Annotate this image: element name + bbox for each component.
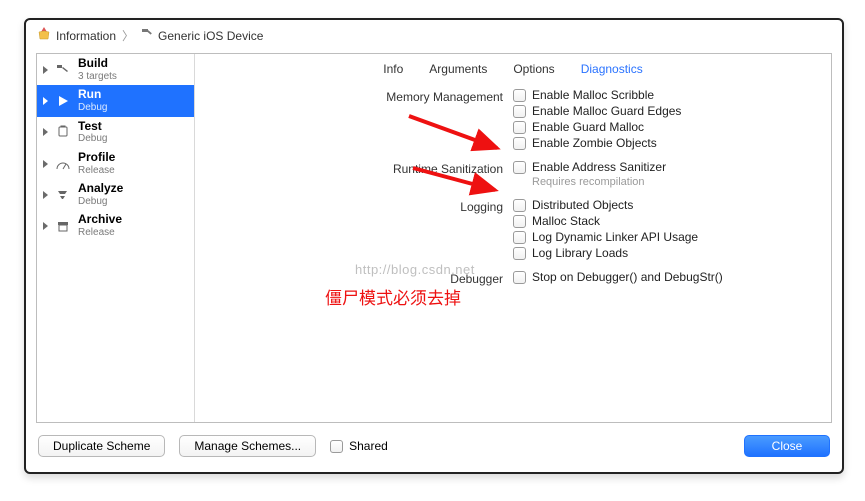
- sidebar-item-sub: Release: [78, 227, 122, 239]
- profile-icon: [54, 156, 72, 172]
- sidebar-item-sub: Debug: [78, 133, 107, 145]
- details-pane: Info Arguments Options Diagnostics Memor…: [195, 54, 831, 422]
- sidebar-item-archive[interactable]: Archive Release: [37, 210, 194, 241]
- sidebar-item-label: Test: [78, 120, 107, 134]
- checkbox-distributed-objects[interactable]: Distributed Objects: [513, 198, 698, 212]
- checkbox-input[interactable]: [513, 215, 526, 228]
- sidebar-item-sub: 3 targets: [78, 71, 117, 83]
- sidebar-item-sub: Debug: [78, 102, 107, 114]
- tab-info[interactable]: Info: [383, 62, 403, 76]
- hint-text: Requires recompilation: [532, 176, 645, 188]
- checkbox-input[interactable]: [513, 161, 526, 174]
- checkbox-label: Enable Malloc Guard Edges: [532, 104, 681, 118]
- sidebar-item-build[interactable]: Build 3 targets: [37, 54, 194, 85]
- sidebar-item-profile[interactable]: Profile Release: [37, 148, 194, 179]
- sidebar-item-analyze[interactable]: Analyze Debug: [37, 179, 194, 210]
- breadcrumb: Information 〉 Generic iOS Device: [26, 20, 842, 53]
- breadcrumb-target[interactable]: Generic iOS Device: [158, 29, 263, 43]
- duplicate-scheme-button[interactable]: Duplicate Scheme: [38, 435, 165, 457]
- sidebar-item-label: Archive: [78, 213, 122, 227]
- checkbox-malloc-scribble[interactable]: Enable Malloc Scribble: [513, 88, 681, 102]
- content-area: Build 3 targets Run Debug: [36, 53, 832, 423]
- disclosure-triangle-icon[interactable]: [43, 160, 48, 168]
- app-icon: [36, 26, 52, 45]
- run-icon: [54, 93, 72, 109]
- checkbox-input[interactable]: [513, 105, 526, 118]
- checkbox-input[interactable]: [513, 121, 526, 134]
- hint-requires-recompilation: Requires recompilation: [513, 176, 666, 188]
- shared-checkbox[interactable]: Shared: [330, 439, 388, 453]
- checkbox-label: Malloc Stack: [532, 214, 600, 228]
- section-label-sanitize: Runtime Sanitization: [213, 160, 513, 176]
- build-icon: [54, 62, 72, 78]
- checkbox-dyld[interactable]: Log Dynamic Linker API Usage: [513, 230, 698, 244]
- checkbox-input[interactable]: [513, 137, 526, 150]
- checkbox-input[interactable]: [513, 231, 526, 244]
- checkbox-label: Log Dynamic Linker API Usage: [532, 230, 698, 244]
- checkbox-library-loads[interactable]: Log Library Loads: [513, 246, 698, 260]
- checkbox-stop-on-debugger[interactable]: Stop on Debugger() and DebugStr(): [513, 270, 723, 284]
- checkbox-malloc-guard-edges[interactable]: Enable Malloc Guard Edges: [513, 104, 681, 118]
- breadcrumb-root[interactable]: Information: [56, 29, 116, 43]
- checkbox-zombie-objects[interactable]: Enable Zombie Objects: [513, 136, 681, 150]
- sidebar-item-label: Analyze: [78, 182, 123, 196]
- checkbox-label: Enable Zombie Objects: [532, 136, 657, 150]
- disclosure-triangle-icon[interactable]: [43, 222, 48, 230]
- section-label-debugger: Debugger: [213, 270, 513, 286]
- sidebar-item-run[interactable]: Run Debug: [37, 85, 194, 116]
- section-label-logging: Logging: [213, 198, 513, 214]
- sidebar-item-test[interactable]: Test Debug: [37, 117, 194, 148]
- archive-icon: [54, 218, 72, 234]
- disclosure-triangle-icon[interactable]: [43, 191, 48, 199]
- checkbox-input[interactable]: [330, 440, 343, 453]
- checkbox-input[interactable]: [513, 247, 526, 260]
- sidebar-item-sub: Debug: [78, 196, 123, 208]
- tab-bar: Info Arguments Options Diagnostics: [195, 54, 831, 82]
- checkbox-label: Stop on Debugger() and DebugStr(): [532, 270, 723, 284]
- chevron-right-icon: 〉: [122, 27, 134, 44]
- checkbox-label: Log Library Loads: [532, 246, 628, 260]
- checkbox-malloc-stack[interactable]: Malloc Stack: [513, 214, 698, 228]
- tab-arguments[interactable]: Arguments: [429, 62, 487, 76]
- test-icon: [54, 124, 72, 140]
- checkbox-label: Enable Address Sanitizer: [532, 160, 666, 174]
- scheme-sidebar: Build 3 targets Run Debug: [37, 54, 195, 422]
- sidebar-item-sub: Release: [78, 165, 115, 177]
- sidebar-item-label: Profile: [78, 151, 115, 165]
- checkbox-label: Enable Malloc Scribble: [532, 88, 654, 102]
- checkbox-label: Distributed Objects: [532, 198, 633, 212]
- checkbox-label: Enable Guard Malloc: [532, 120, 644, 134]
- checkbox-address-sanitizer[interactable]: Enable Address Sanitizer: [513, 160, 666, 174]
- close-button[interactable]: Close: [744, 435, 830, 457]
- sidebar-item-label: Build: [78, 57, 117, 71]
- tab-diagnostics[interactable]: Diagnostics: [581, 62, 643, 76]
- checkbox-input[interactable]: [513, 89, 526, 102]
- hammer-icon: [140, 27, 154, 44]
- sidebar-item-label: Run: [78, 88, 107, 102]
- manage-schemes-button[interactable]: Manage Schemes...: [179, 435, 316, 457]
- tab-options[interactable]: Options: [513, 62, 554, 76]
- diagnostics-form: Memory Management Enable Malloc Scribble…: [195, 82, 831, 288]
- disclosure-triangle-icon[interactable]: [43, 97, 48, 105]
- checkbox-guard-malloc[interactable]: Enable Guard Malloc: [513, 120, 681, 134]
- analyze-icon: [54, 187, 72, 203]
- checkbox-input[interactable]: [513, 271, 526, 284]
- disclosure-triangle-icon[interactable]: [43, 128, 48, 136]
- scheme-editor-window: Information 〉 Generic iOS Device Build 3…: [24, 18, 844, 474]
- annotation-text: 僵尸模式必须去掉: [325, 284, 461, 309]
- checkbox-input[interactable]: [513, 199, 526, 212]
- footer-bar: Duplicate Scheme Manage Schemes... Share…: [26, 423, 842, 457]
- checkbox-label: Shared: [349, 439, 388, 453]
- disclosure-triangle-icon[interactable]: [43, 66, 48, 74]
- section-label-memory: Memory Management: [213, 88, 513, 104]
